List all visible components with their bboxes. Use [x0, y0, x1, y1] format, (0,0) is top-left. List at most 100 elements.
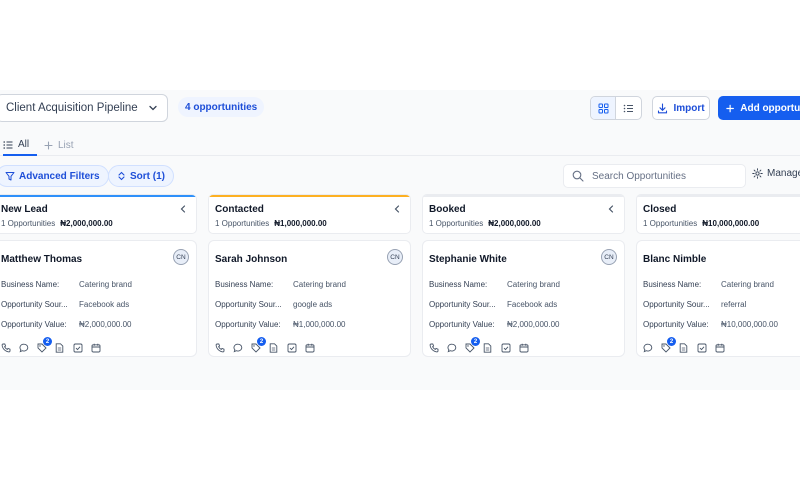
chevron-left-icon[interactable]	[607, 204, 615, 214]
opportunity-card[interactable]: Stephanie White CN Business Name: Caterin…	[422, 240, 625, 357]
business-name-label: Business Name:	[429, 280, 488, 289]
column-meta: 1 Opportunities ₦1,000,000.00	[215, 219, 327, 228]
opportunity-source-row: Opportunity Sour... Facebook ads	[429, 300, 557, 309]
column-accent-bar	[0, 195, 196, 197]
tab-add-list[interactable]: List	[44, 135, 74, 156]
opportunity-value-label: Opportunity Value:	[1, 320, 67, 329]
chat-icon[interactable]	[446, 342, 457, 353]
column-accent-bar	[209, 195, 410, 197]
document-icon[interactable]	[268, 342, 279, 353]
calendar-icon[interactable]	[518, 342, 529, 353]
opportunity-source-label: Opportunity Sour...	[429, 300, 496, 309]
advanced-filters-button[interactable]: Advanced Filters	[0, 165, 109, 187]
avatar[interactable]: CN	[601, 249, 617, 265]
business-name-value: Catering brand	[79, 280, 132, 289]
view-tabs: All List	[0, 132, 800, 156]
column-total: ₦1,000,000.00	[274, 219, 327, 228]
document-icon[interactable]	[678, 342, 689, 353]
import-button[interactable]: Import	[652, 96, 710, 120]
contact-name: Blanc Nimble	[643, 254, 707, 265]
column-title: New Lead	[1, 204, 48, 215]
opportunity-value-row: Opportunity Value: ₦10,000,000.00	[643, 320, 778, 329]
chat-icon[interactable]	[232, 342, 243, 353]
business-name-row: Business Name: Catering brand	[215, 280, 346, 289]
opportunity-source-row: Opportunity Sour... google ads	[215, 300, 332, 309]
advanced-filters-label: Advanced Filters	[19, 170, 100, 182]
avatar[interactable]: CN	[387, 249, 403, 265]
tag-count-badge: 2	[471, 337, 480, 346]
column-header: Contacted 1 Opportunities ₦1,000,000.00	[208, 194, 411, 234]
tag-icon[interactable]: 2	[36, 337, 52, 353]
opportunity-source-value: Facebook ads	[507, 300, 558, 309]
opportunity-card[interactable]: Sarah Johnson CN Business Name: Catering …	[208, 240, 411, 357]
column-total: ₦10,000,000.00	[702, 219, 760, 228]
calendar-icon[interactable]	[90, 342, 101, 353]
phone-icon[interactable]	[214, 342, 225, 353]
add-opportunity-label: Add opportunity	[740, 102, 800, 114]
contact-name: Sarah Johnson	[215, 254, 288, 265]
business-name-row: Business Name: Catering brand	[429, 280, 560, 289]
card-actions: 2	[642, 337, 725, 353]
opportunity-card[interactable]: Blanc Nimble Business Name: Catering bran…	[636, 240, 800, 357]
search-input[interactable]	[592, 170, 737, 182]
chevron-left-icon[interactable]	[393, 204, 401, 214]
tag-icon[interactable]: 2	[660, 337, 676, 353]
tag-icon[interactable]: 2	[464, 337, 480, 353]
chevron-left-icon[interactable]	[179, 204, 187, 214]
board-view-button[interactable]	[591, 97, 617, 119]
opportunity-count-badge: 4 opportunities	[178, 97, 265, 117]
chat-icon[interactable]	[18, 342, 29, 353]
column-header: Closed 1 Opportunities ₦10,000,000.00	[636, 194, 800, 234]
avatar[interactable]: CN	[173, 249, 189, 265]
card-actions: 2	[214, 337, 315, 353]
card-actions: 2	[0, 337, 101, 353]
opportunity-source-value: Facebook ads	[79, 300, 130, 309]
manage-label: Manage	[767, 168, 800, 179]
card-actions: 2	[428, 337, 529, 353]
pipeline-select[interactable]: Client Acquisition Pipeline	[0, 94, 168, 122]
opportunity-card[interactable]: Matthew Thomas CN Business Name: Catering…	[0, 240, 197, 357]
plus-icon	[44, 141, 53, 150]
column-title: Contacted	[215, 204, 264, 215]
business-name-label: Business Name:	[1, 280, 60, 289]
column-meta: 1 Opportunities ₦2,000,000.00	[429, 219, 541, 228]
document-icon[interactable]	[482, 342, 493, 353]
list-icon	[3, 140, 13, 149]
business-name-value: Catering brand	[507, 280, 560, 289]
opportunity-count: 4 opportunities	[185, 101, 258, 113]
app-frame: Client Acquisition Pipeline 4 opportunit…	[0, 90, 800, 390]
tag-count-badge: 2	[257, 337, 266, 346]
task-check-icon[interactable]	[286, 342, 297, 353]
tab-all[interactable]: All	[3, 135, 37, 156]
phone-icon[interactable]	[0, 342, 11, 353]
add-opportunity-button[interactable]: Add opportunity	[718, 96, 800, 120]
task-check-icon[interactable]	[72, 342, 83, 353]
phone-icon[interactable]	[428, 342, 439, 353]
opportunity-value-value: ₦1,000,000.00	[293, 320, 346, 329]
sort-label: Sort (1)	[130, 170, 165, 182]
task-check-icon[interactable]	[500, 342, 511, 353]
opportunity-source-row: Opportunity Sour... Facebook ads	[1, 300, 129, 309]
column-title: Closed	[643, 204, 677, 215]
chat-icon[interactable]	[642, 342, 653, 353]
calendar-icon[interactable]	[304, 342, 315, 353]
tag-icon[interactable]: 2	[250, 337, 266, 353]
column-meta: 1 Opportunities ₦2,000,000.00	[1, 219, 113, 228]
column-total: ₦2,000,000.00	[488, 219, 541, 228]
import-label: Import	[673, 102, 705, 114]
filter-bar: Advanced Filters Sort (1) Manage	[0, 164, 800, 190]
opportunity-source-value: referral	[721, 300, 747, 309]
sort-button[interactable]: Sort (1)	[108, 165, 174, 187]
calendar-icon[interactable]	[714, 342, 725, 353]
manage-button[interactable]: Manage	[752, 168, 800, 179]
pipeline-column-booked: Booked 1 Opportunities ₦2,000,000.00 Step…	[422, 194, 625, 357]
document-icon[interactable]	[54, 342, 65, 353]
pipeline-column-closed: Closed 1 Opportunities ₦10,000,000.00 Bla…	[636, 194, 800, 357]
opportunity-source-label: Opportunity Sour...	[215, 300, 282, 309]
chevron-down-icon	[149, 105, 157, 111]
business-name-value: Catering brand	[721, 280, 774, 289]
pipeline-select-label: Client Acquisition Pipeline	[6, 102, 138, 114]
task-check-icon[interactable]	[696, 342, 707, 353]
opportunity-value-row: Opportunity Value: ₦1,000,000.00	[215, 320, 346, 329]
list-view-button[interactable]	[616, 97, 641, 119]
